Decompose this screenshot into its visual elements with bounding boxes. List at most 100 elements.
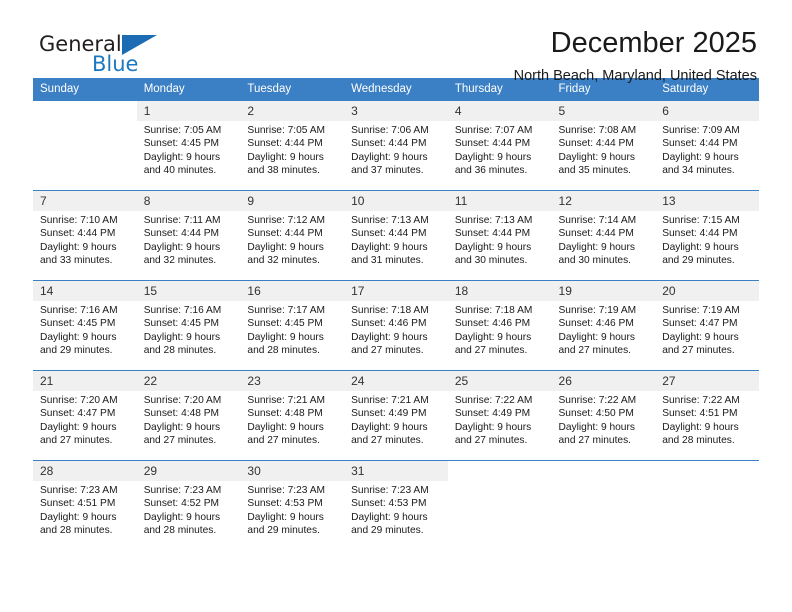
day-number: 19 (551, 281, 656, 301)
day-number: 25 (447, 371, 552, 391)
day-details: Sunrise: 7:13 AM Sunset: 4:44 PM Daylight:… (448, 211, 552, 268)
day-cell[interactable]: 11 Sunrise: 7:13 AM Sunset: 4:44 PM Dayligh… (447, 190, 552, 281)
day-details: Sunrise: 7:12 AM Sunset: 4:44 PM Daylight:… (240, 211, 344, 268)
daylight-text-line1: Daylight: 9 hours (40, 421, 117, 433)
day-cell[interactable]: 2 Sunrise: 7:05 AM Sunset: 4:44 PM Daylight… (240, 101, 345, 191)
daylight-text-line2: and 28 minutes. (143, 345, 217, 357)
page-header: General Blue December 2025 North Beach, … (33, 0, 759, 84)
title-block: December 2025 North Beach, Maryland, Uni… (213, 26, 759, 87)
day-cell[interactable]: 28 Sunrise: 7:23 AM Sunset: 4:51 PM Dayligh… (33, 460, 137, 550)
sunrise-text: Sunrise: 7:12 AM (247, 215, 325, 226)
day-cell[interactable]: 20 Sunrise: 7:19 AM Sunset: 4:47 PM Dayligh… (655, 280, 759, 371)
day-cell[interactable]: 17 Sunrise: 7:18 AM Sunset: 4:46 PM Dayligh… (344, 280, 448, 371)
day-number: 18 (447, 281, 552, 301)
day-details: Sunrise: 7:18 AM Sunset: 4:46 PM Daylight:… (344, 301, 448, 358)
day-cell[interactable]: 25 Sunrise: 7:22 AM Sunset: 4:49 PM Dayligh… (447, 370, 552, 461)
daylight-text-line1: Daylight: 9 hours (558, 421, 635, 433)
day-cell[interactable]: 6 Sunrise: 7:09 AM Sunset: 4:44 PM Daylight… (655, 101, 759, 191)
day-cell[interactable]: 13 Sunrise: 7:15 AM Sunset: 4:44 PM Dayligh… (655, 190, 759, 281)
sunrise-sunset-calendar: Sunday Monday Tuesday Wednesday Thursday… (33, 78, 759, 550)
day-cell[interactable]: 22 Sunrise: 7:20 AM Sunset: 4:48 PM Dayligh… (136, 370, 241, 461)
day-cell[interactable]: 8 Sunrise: 7:11 AM Sunset: 4:44 PM Daylight… (136, 190, 241, 281)
sunrise-text: Sunrise: 7:16 AM (40, 305, 118, 316)
sunset-text: Sunset: 4:44 PM (454, 228, 531, 240)
sunrise-text: Sunrise: 7:05 AM (143, 125, 222, 136)
day-number: 17 (344, 281, 448, 301)
day-number: 27 (655, 371, 759, 391)
day-cell[interactable]: 29 Sunrise: 7:23 AM Sunset: 4:52 PM Dayligh… (136, 460, 241, 550)
day-details: Sunrise: 7:09 AM Sunset: 4:44 PM Daylight:… (655, 121, 759, 178)
sunset-text: Sunset: 4:44 PM (351, 138, 427, 150)
daylight-text-line1: Daylight: 9 hours (143, 511, 221, 523)
day-cell[interactable]: 18 Sunrise: 7:18 AM Sunset: 4:46 PM Dayligh… (447, 280, 552, 371)
sunrise-text: Sunrise: 7:10 AM (40, 215, 118, 226)
day-cell[interactable] (551, 460, 656, 550)
day-details: Sunrise: 7:21 AM Sunset: 4:48 PM Daylight:… (240, 391, 344, 448)
day-details: Sunrise: 7:08 AM Sunset: 4:44 PM Daylight:… (552, 121, 656, 178)
day-cell[interactable]: 23 Sunrise: 7:21 AM Sunset: 4:48 PM Dayligh… (240, 370, 345, 461)
sunrise-text: Sunrise: 7:18 AM (351, 305, 429, 316)
day-cell[interactable]: 7 Sunrise: 7:10 AM Sunset: 4:44 PM Daylight… (33, 190, 137, 281)
daylight-text-line2: and 30 minutes. (454, 255, 528, 267)
day-cell[interactable]: 16 Sunrise: 7:17 AM Sunset: 4:45 PM Dayligh… (240, 280, 345, 371)
daylight-text-line2: and 32 minutes. (143, 255, 217, 267)
day-cell[interactable]: 30 Sunrise: 7:23 AM Sunset: 4:53 PM Dayligh… (240, 460, 345, 550)
day-cell[interactable]: 9 Sunrise: 7:12 AM Sunset: 4:44 PM Daylight… (240, 190, 345, 281)
day-cell[interactable]: 4 Sunrise: 7:07 AM Sunset: 4:44 PM Daylight… (447, 101, 552, 191)
day-cell[interactable] (655, 460, 759, 550)
calendar-week-row: 1 Sunrise: 7:05 AM Sunset: 4:45 PM Daylight… (33, 101, 759, 191)
daylight-text-line2: and 27 minutes. (247, 435, 320, 447)
day-cell[interactable] (33, 101, 137, 191)
day-cell[interactable]: 31 Sunrise: 7:23 AM Sunset: 4:53 PM Dayligh… (344, 460, 448, 550)
daylight-text-line1: Daylight: 9 hours (247, 511, 324, 523)
day-number: 5 (551, 101, 656, 121)
day-cell[interactable]: 1 Sunrise: 7:05 AM Sunset: 4:45 PM Daylight… (136, 101, 241, 191)
day-number: 12 (551, 191, 656, 211)
daylight-text-line1: Daylight: 9 hours (351, 331, 428, 343)
sunset-text: Sunset: 4:44 PM (351, 228, 427, 240)
daylight-text-line1: Daylight: 9 hours (454, 331, 532, 343)
day-details: Sunrise: 7:21 AM Sunset: 4:49 PM Daylight:… (344, 391, 448, 448)
sunrise-text: Sunrise: 7:11 AM (143, 215, 221, 226)
daylight-text-line2: and 27 minutes. (351, 345, 424, 357)
daylight-text-line2: and 29 minutes. (247, 525, 320, 537)
calendar-week-row: 7 Sunrise: 7:10 AM Sunset: 4:44 PM Daylight… (33, 190, 759, 281)
daylight-text-line2: and 27 minutes. (454, 435, 528, 447)
daylight-text-line2: and 28 minutes. (247, 345, 320, 357)
brand-logo[interactable]: General Blue (33, 26, 213, 86)
daylight-text-line2: and 29 minutes. (662, 255, 735, 267)
day-cell[interactable]: 14 Sunrise: 7:16 AM Sunset: 4:45 PM Dayligh… (33, 280, 137, 371)
day-cell[interactable]: 21 Sunrise: 7:20 AM Sunset: 4:47 PM Dayligh… (33, 370, 137, 461)
day-cell[interactable]: 3 Sunrise: 7:06 AM Sunset: 4:44 PM Daylight… (344, 101, 448, 191)
day-number: 28 (33, 461, 137, 481)
sunset-text: Sunset: 4:44 PM (247, 138, 323, 150)
sunrise-text: Sunrise: 7:20 AM (143, 395, 222, 406)
day-cell[interactable]: 26 Sunrise: 7:22 AM Sunset: 4:50 PM Dayligh… (551, 370, 656, 461)
daylight-text-line2: and 29 minutes. (40, 345, 113, 357)
day-cell[interactable]: 5 Sunrise: 7:08 AM Sunset: 4:44 PM Daylight… (551, 101, 656, 191)
daylight-text-line2: and 33 minutes. (40, 255, 113, 267)
day-details: Sunrise: 7:23 AM Sunset: 4:53 PM Daylight:… (240, 481, 344, 538)
sunrise-text: Sunrise: 7:16 AM (143, 305, 222, 316)
day-cell[interactable]: 10 Sunrise: 7:13 AM Sunset: 4:44 PM Dayligh… (344, 190, 448, 281)
sunset-text: Sunset: 4:49 PM (454, 408, 531, 420)
day-cell[interactable]: 19 Sunrise: 7:19 AM Sunset: 4:46 PM Dayligh… (551, 280, 656, 371)
sunrise-text: Sunrise: 7:05 AM (247, 125, 325, 136)
sunset-text: Sunset: 4:45 PM (143, 138, 220, 150)
daylight-text-line1: Daylight: 9 hours (143, 241, 221, 253)
day-details: Sunrise: 7:17 AM Sunset: 4:45 PM Daylight:… (240, 301, 344, 358)
day-number: 11 (447, 191, 552, 211)
daylight-text-line2: and 40 minutes. (143, 165, 217, 177)
daylight-text-line1: Daylight: 9 hours (247, 241, 324, 253)
day-cell[interactable]: 15 Sunrise: 7:16 AM Sunset: 4:45 PM Dayligh… (136, 280, 241, 371)
day-cell[interactable] (447, 460, 552, 550)
day-cell[interactable]: 24 Sunrise: 7:21 AM Sunset: 4:49 PM Dayligh… (344, 370, 448, 461)
sunset-text: Sunset: 4:53 PM (351, 498, 427, 510)
daylight-text-line2: and 28 minutes. (143, 525, 217, 537)
day-number: 31 (344, 461, 448, 481)
daylight-text-line1: Daylight: 9 hours (143, 151, 221, 163)
day-details: Sunrise: 7:18 AM Sunset: 4:46 PM Daylight:… (448, 301, 552, 358)
day-cell[interactable]: 12 Sunrise: 7:14 AM Sunset: 4:44 PM Dayligh… (551, 190, 656, 281)
daylight-text-line1: Daylight: 9 hours (558, 241, 635, 253)
day-cell[interactable]: 27 Sunrise: 7:22 AM Sunset: 4:51 PM Dayligh… (655, 370, 759, 461)
